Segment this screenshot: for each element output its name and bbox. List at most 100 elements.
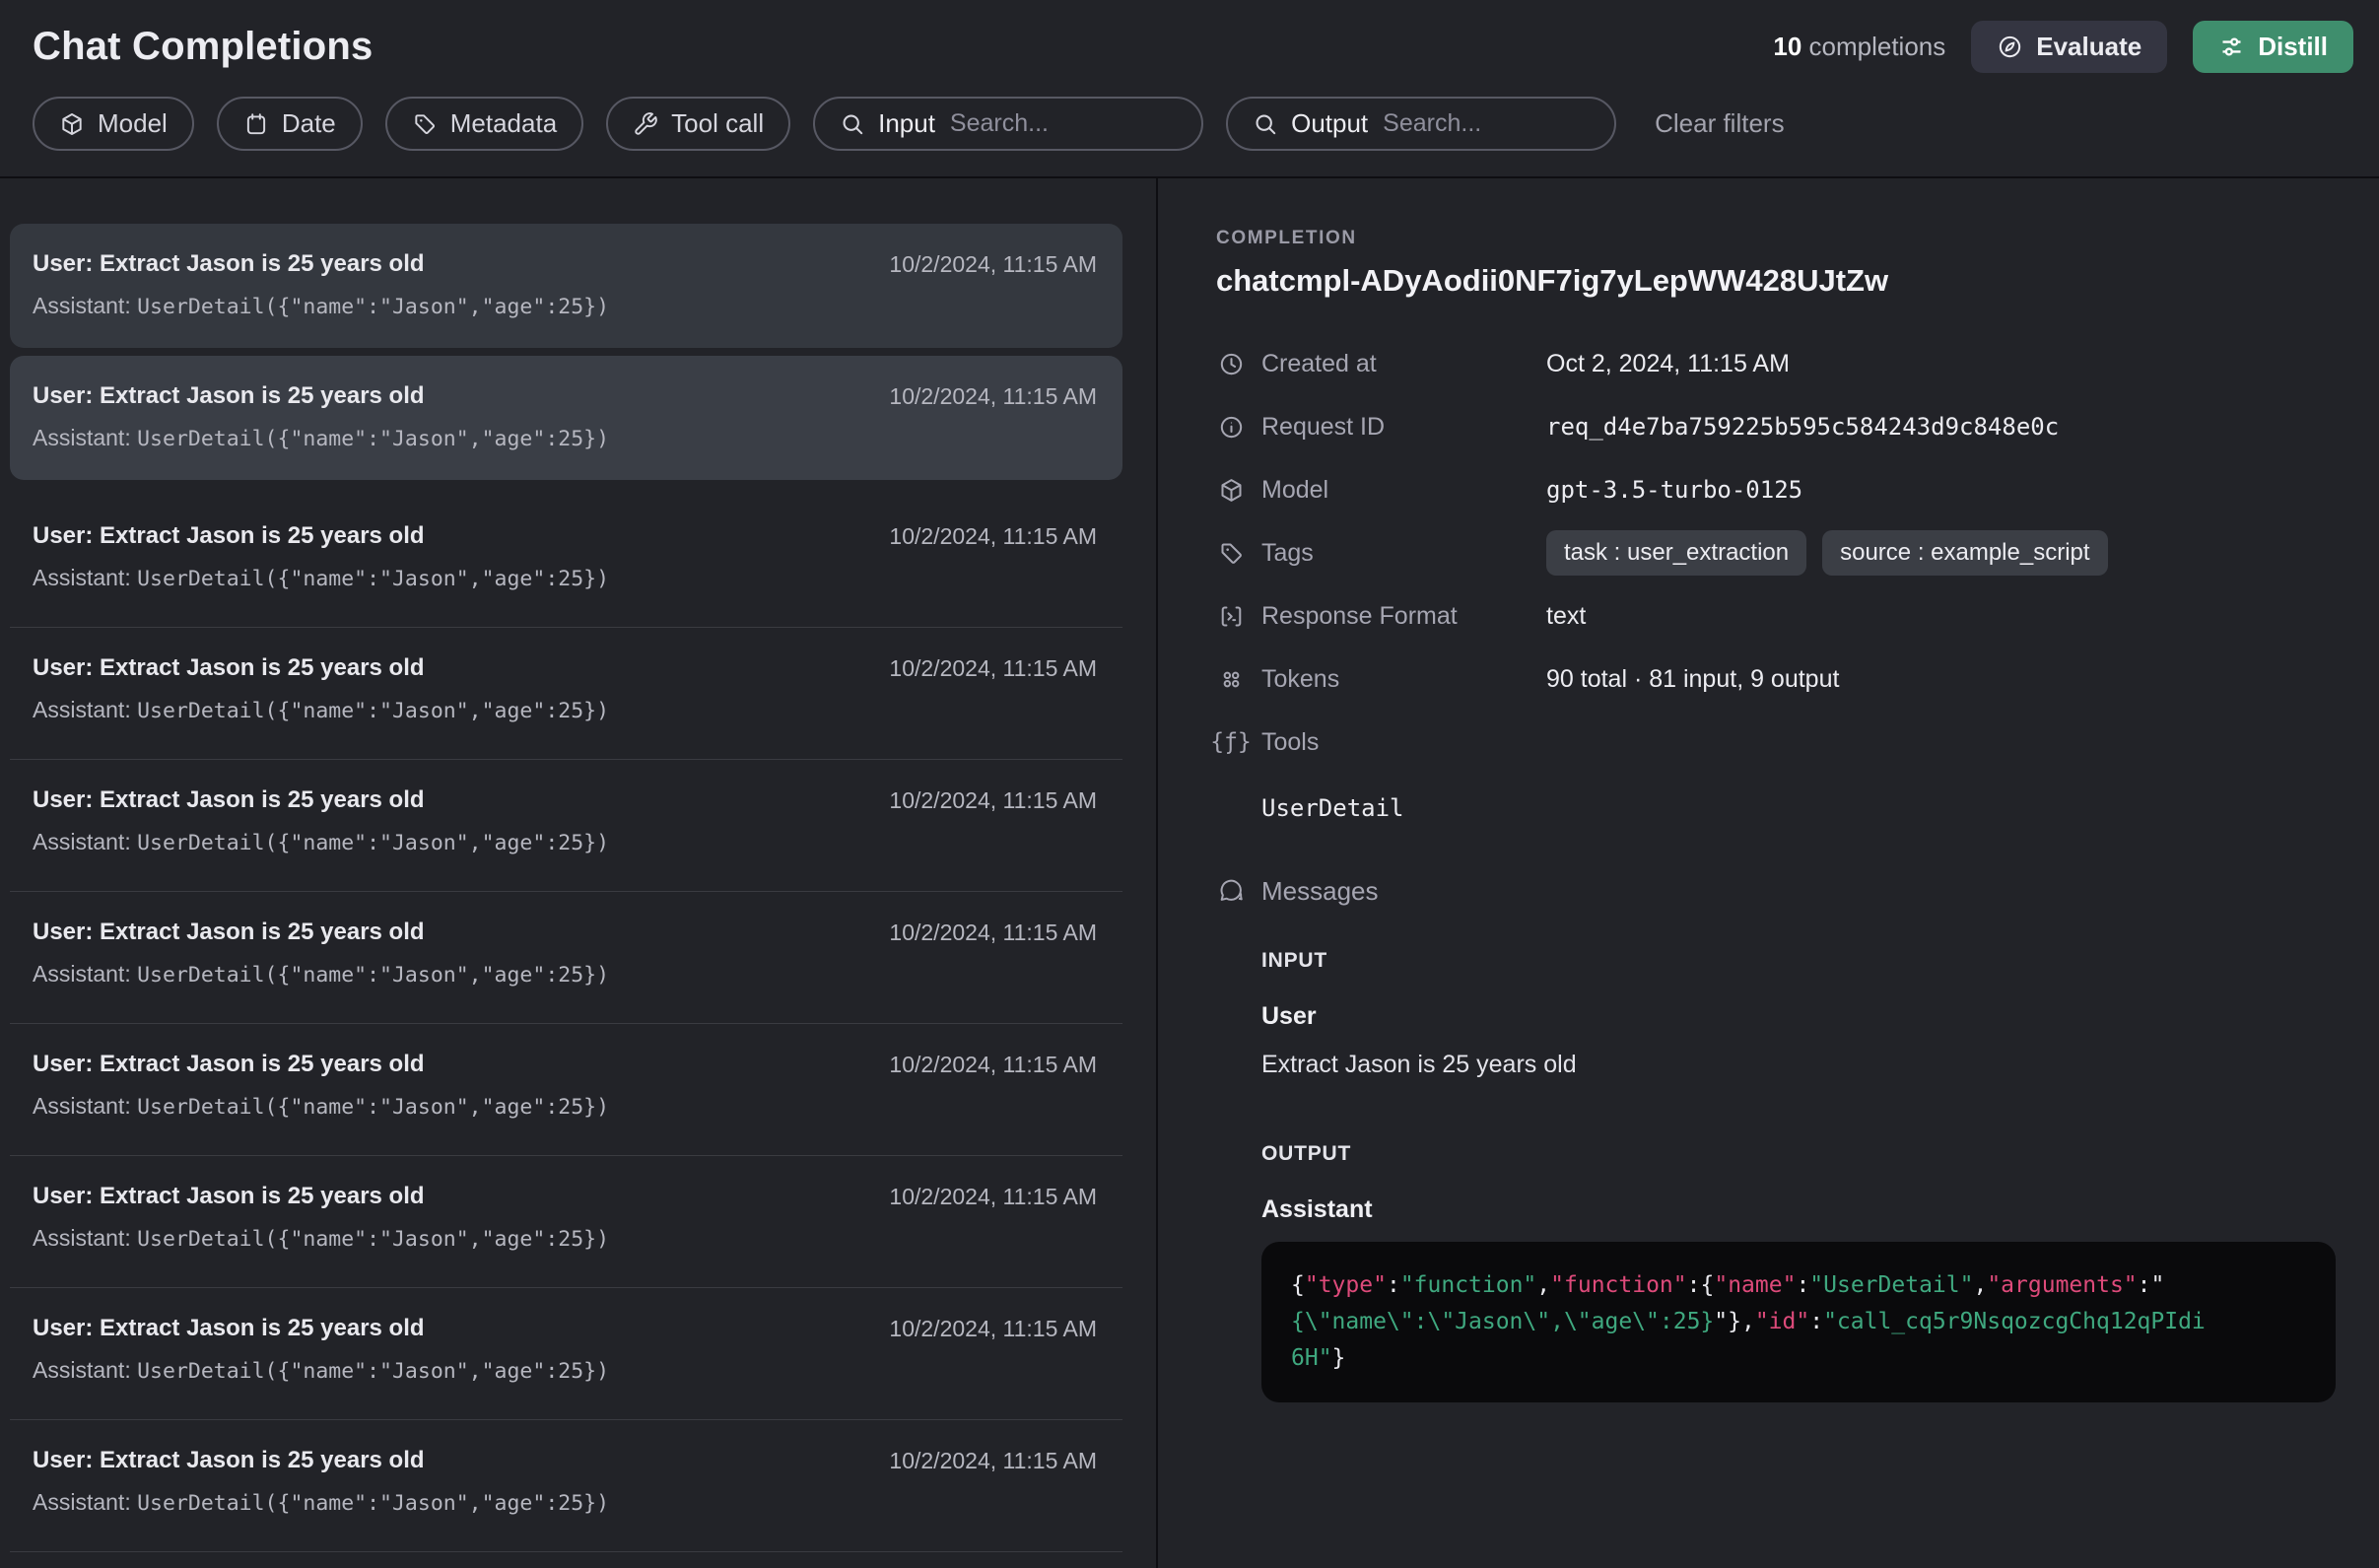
- completion-list-item[interactable]: User: Extract Jason is 25 years oldAssis…: [10, 496, 1122, 628]
- model-label: Model: [1261, 476, 1546, 505]
- output-search-field[interactable]: [1381, 108, 1590, 139]
- tokens-value: 90 total · 81 input, 9 output: [1546, 665, 1839, 694]
- tag-pill: source : example_script: [1822, 530, 2107, 576]
- wrench-icon: [633, 111, 658, 137]
- tokens-icon: [1216, 666, 1246, 693]
- user-message-content: Extract Jason is 25 years old: [1261, 1051, 2379, 1079]
- row-assistant-text: Assistant: UserDetail({"name":"Jason","a…: [33, 565, 1097, 591]
- tag-pill: task : user_extraction: [1546, 530, 1806, 576]
- completion-id: chatcmpl-ADyAodii0NF7ig7yLepWW428UJtZw: [1216, 263, 2379, 299]
- input-search-filter[interactable]: Input: [813, 97, 1203, 151]
- response-format-label: Response Format: [1261, 602, 1546, 631]
- search-icon: [1253, 111, 1278, 137]
- row-assistant-text: Assistant: UserDetail({"name":"Jason","a…: [33, 697, 1097, 723]
- row-timestamp: 10/2/2024, 11:15 AM: [889, 1448, 1097, 1474]
- chat-bubble-icon: [1216, 877, 1246, 905]
- row-assistant-text: Assistant: UserDetail({"name":"Jason","a…: [33, 425, 1097, 451]
- completion-metadata: Created at Oct 2, 2024, 11:15 AM Request…: [1216, 332, 2379, 1402]
- filter-model-button[interactable]: Model: [33, 97, 194, 151]
- completion-list-item[interactable]: User: Extract Jason is 25 years oldAssis…: [10, 224, 1122, 348]
- clear-filters-button[interactable]: Clear filters: [1655, 108, 1784, 139]
- completion-list-item[interactable]: User: Extract Jason is 25 years oldAssis…: [10, 1156, 1122, 1288]
- created-at-label: Created at: [1261, 350, 1546, 378]
- filter-date-label: Date: [282, 108, 336, 139]
- tag-icon: [1216, 540, 1246, 567]
- cube-icon: [59, 111, 85, 137]
- completions-count-label: completions: [1809, 32, 1946, 61]
- row-assistant-text: Assistant: UserDetail({"name":"Jason","a…: [33, 1357, 1097, 1384]
- completion-list-item[interactable]: User: Extract Jason is 25 years oldAssis…: [10, 1288, 1122, 1420]
- request-id-label: Request ID: [1261, 413, 1546, 442]
- completion-list-item[interactable]: User: Extract Jason is 25 years oldAssis…: [10, 1420, 1122, 1552]
- filter-toolcall-button[interactable]: Tool call: [606, 97, 790, 151]
- input-section-label: INPUT: [1261, 949, 2379, 973]
- row-timestamp: 10/2/2024, 11:15 AM: [889, 920, 1097, 946]
- filter-metadata-button[interactable]: Metadata: [385, 97, 583, 151]
- distill-button-label: Distill: [2258, 32, 2328, 62]
- row-timestamp: 10/2/2024, 11:15 AM: [889, 1052, 1097, 1078]
- completion-list-item[interactable]: User: Extract Jason is 25 years oldAssis…: [10, 356, 1122, 480]
- braces-function-icon: {ƒ}: [1216, 729, 1246, 755]
- top-bar: Chat Completions 10 completions Evaluate: [0, 0, 2379, 87]
- input-search-label: Input: [878, 108, 935, 139]
- completion-list-item[interactable]: User: Extract Jason is 25 years oldAssis…: [10, 628, 1122, 760]
- model-value: gpt-3.5-turbo-0125: [1546, 476, 1802, 504]
- row-timestamp: 10/2/2024, 11:15 AM: [889, 251, 1097, 278]
- row-assistant-text: Assistant: UserDetail({"name":"Jason","a…: [33, 1225, 1097, 1252]
- compass-icon: [1997, 34, 2023, 60]
- filter-toolcall-label: Tool call: [671, 108, 764, 139]
- filter-date-button[interactable]: Date: [217, 97, 363, 151]
- completion-list-item[interactable]: User: Extract Jason is 25 years oldAssis…: [10, 760, 1122, 892]
- sliders-icon: [2218, 34, 2245, 60]
- cube-icon: [1216, 477, 1246, 504]
- tokens-label: Tokens: [1261, 665, 1546, 694]
- filter-metadata-label: Metadata: [450, 108, 557, 139]
- tool-name: UserDetail: [1261, 780, 2379, 837]
- tag-icon: [412, 111, 438, 137]
- row-assistant-text: Assistant: UserDetail({"name":"Jason","a…: [33, 1093, 1097, 1120]
- completion-section-label: COMPLETION: [1216, 228, 2379, 249]
- search-icon: [840, 111, 865, 137]
- output-search-filter[interactable]: Output: [1226, 97, 1616, 151]
- row-timestamp: 10/2/2024, 11:15 AM: [889, 787, 1097, 814]
- content: User: Extract Jason is 25 years oldAssis…: [0, 178, 2379, 1568]
- request-id-row: Request ID req_d4e7ba759225b595c584243d9…: [1216, 395, 2379, 458]
- clock-icon: [1216, 351, 1246, 377]
- response-format-row: Response Format text: [1216, 584, 2379, 648]
- header-actions: 10 completions Evaluate Distill: [1773, 21, 2353, 73]
- row-timestamp: 10/2/2024, 11:15 AM: [889, 523, 1097, 550]
- input-search-field[interactable]: [948, 108, 1177, 139]
- row-timestamp: 10/2/2024, 11:15 AM: [889, 1184, 1097, 1210]
- user-role-label: User: [1261, 1002, 2379, 1031]
- completion-list-item[interactable]: User: Extract Jason is 25 years oldAssis…: [10, 892, 1122, 1024]
- messages-label: Messages: [1261, 876, 1379, 907]
- filter-bar: Model Date Metadata Tool call: [0, 87, 2379, 176]
- output-section-label: OUTPUT: [1261, 1142, 2379, 1166]
- response-format-icon: [1216, 603, 1246, 630]
- messages-block: INPUT User Extract Jason is 25 years old…: [1261, 949, 2379, 1402]
- page-title: Chat Completions: [33, 25, 373, 69]
- completion-list-item[interactable]: User: Extract Jason is 25 years oldAssis…: [10, 1024, 1122, 1156]
- info-icon: [1216, 414, 1246, 441]
- tools-row: {ƒ} Tools: [1216, 711, 2379, 774]
- tools-label: Tools: [1261, 728, 1546, 757]
- row-timestamp: 10/2/2024, 11:15 AM: [889, 1316, 1097, 1342]
- row-assistant-text: Assistant: UserDetail({"name":"Jason","a…: [33, 829, 1097, 855]
- model-row: Model gpt-3.5-turbo-0125: [1216, 458, 2379, 521]
- evaluate-button[interactable]: Evaluate: [1971, 21, 2167, 73]
- row-timestamp: 10/2/2024, 11:15 AM: [889, 383, 1097, 410]
- row-assistant-text: Assistant: UserDetail({"name":"Jason","a…: [33, 1489, 1097, 1516]
- messages-section-header: Messages: [1216, 862, 2379, 920]
- row-assistant-text: Assistant: UserDetail({"name":"Jason","a…: [33, 961, 1097, 988]
- completions-list: User: Extract Jason is 25 years oldAssis…: [0, 178, 1156, 1568]
- created-at-value: Oct 2, 2024, 11:15 AM: [1546, 350, 1790, 378]
- request-id-value: req_d4e7ba759225b595c584243d9c848e0c: [1546, 413, 2059, 441]
- row-timestamp: 10/2/2024, 11:15 AM: [889, 655, 1097, 682]
- tags-values: task : user_extraction source : example_…: [1546, 530, 2108, 576]
- evaluate-button-label: Evaluate: [2036, 32, 2141, 62]
- distill-button[interactable]: Distill: [2193, 21, 2353, 73]
- filter-model-label: Model: [98, 108, 168, 139]
- assistant-tool-call-code: {"type":"function","function":{"name":"U…: [1261, 1242, 2336, 1402]
- completion-detail-panel: COMPLETION chatcmpl-ADyAodii0NF7ig7yLepW…: [1158, 178, 2379, 1568]
- created-at-row: Created at Oct 2, 2024, 11:15 AM: [1216, 332, 2379, 395]
